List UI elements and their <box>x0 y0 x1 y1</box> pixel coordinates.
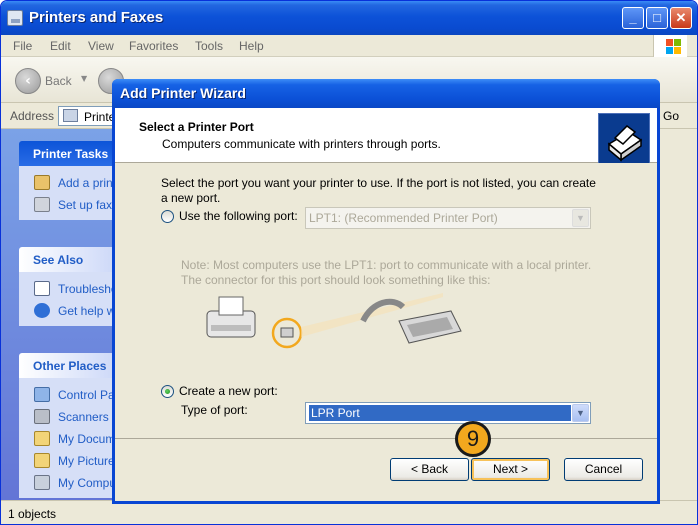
help-book-icon <box>34 281 50 296</box>
back-arrow-icon[interactable]: ‹ <box>15 68 41 94</box>
window-titlebar[interactable]: Printers and Faxes _ □ ✕ <box>1 1 697 35</box>
wizard-title: Add Printer Wizard <box>120 85 246 101</box>
printer-illustration-icon <box>206 296 256 338</box>
fax-icon <box>34 197 50 212</box>
next-button[interactable]: Next > <box>471 458 550 481</box>
close-icon: ✕ <box>675 10 687 25</box>
scanner-icon <box>34 409 50 424</box>
address-input[interactable]: Printers and Faxes <box>58 106 118 126</box>
wizard-footer: 9 < Back Next > Cancel <box>115 421 657 501</box>
go-button[interactable]: Go <box>663 109 679 123</box>
status-text: 1 objects <box>8 507 57 521</box>
chevron-down-icon: ▼ <box>572 404 589 422</box>
help-question-icon <box>34 303 50 318</box>
port-type-value: LPR Port <box>309 405 571 421</box>
existing-port-select[interactable]: LPT1: (Recommended Printer Port) ▼ <box>305 207 591 229</box>
maximize-button[interactable]: □ <box>646 7 668 29</box>
pictures-folder-icon <box>34 453 50 468</box>
window-title: Printers and Faxes <box>29 9 164 26</box>
wizard-body: Select the port you want your printer to… <box>115 163 657 438</box>
menu-file[interactable]: File <box>13 39 32 53</box>
control-panel-icon <box>34 387 50 402</box>
documents-folder-icon <box>34 431 50 446</box>
type-of-port-label: Type of port: <box>181 403 248 417</box>
step-number-badge: 9 <box>455 421 491 457</box>
add-printer-wizard-dialog: Add Printer Wizard Select a Printer Port… <box>112 79 660 504</box>
create-new-port-label[interactable]: Create a new port: <box>179 384 278 398</box>
add-printer-icon <box>34 175 50 190</box>
back-dropdown-icon[interactable]: ▼ <box>81 74 87 83</box>
minimize-icon: _ <box>629 10 637 25</box>
wizard-titlebar[interactable]: Add Printer Wizard <box>112 79 660 108</box>
menu-tools[interactable]: Tools <box>195 39 223 53</box>
minimize-button[interactable]: _ <box>622 7 644 29</box>
use-following-port-label[interactable]: Use the following port: <box>179 209 298 223</box>
cancel-button[interactable]: Cancel <box>564 458 643 481</box>
printer-cable-illustration <box>203 291 473 351</box>
wizard-header-subtitle: Computers communicate with printers thro… <box>162 137 441 151</box>
printer-wizard-icon <box>598 113 650 165</box>
windows-logo-icon <box>653 35 687 57</box>
printer-folder-small-icon <box>63 109 78 122</box>
port-type-select[interactable]: LPR Port ▼ <box>305 402 591 424</box>
back-button[interactable]: < Back <box>390 458 469 481</box>
port-instructions: Select the port you want your printer to… <box>161 176 596 205</box>
computer-icon <box>34 475 50 490</box>
existing-port-value: LPT1: (Recommended Printer Port) <box>309 211 498 225</box>
task-pane: Printer Tasks Add a printer Set up faxin… <box>1 129 129 500</box>
wizard-header: Select a Printer Port Computers communic… <box>115 108 657 165</box>
use-following-port-radio[interactable] <box>161 210 174 223</box>
menu-favorites[interactable]: Favorites <box>129 39 178 53</box>
back-button-label[interactable]: Back <box>45 74 72 88</box>
menu-view[interactable]: View <box>88 39 114 53</box>
maximize-icon: □ <box>653 10 661 25</box>
menu-edit[interactable]: Edit <box>50 39 71 53</box>
create-new-port-radio[interactable] <box>161 385 174 398</box>
menu-help[interactable]: Help <box>239 39 264 53</box>
lpt-connector-note: Note: Most computers use the LPT1: port … <box>181 258 592 287</box>
close-button[interactable]: ✕ <box>670 7 692 29</box>
printer-folder-icon <box>7 10 23 26</box>
wizard-header-title: Select a Printer Port <box>139 120 254 134</box>
address-label: Address <box>10 109 55 123</box>
menu-bar: File Edit View Favorites Tools Help <box>1 35 697 57</box>
chevron-down-icon: ▼ <box>572 209 589 227</box>
parallel-connector-icon <box>360 298 462 344</box>
